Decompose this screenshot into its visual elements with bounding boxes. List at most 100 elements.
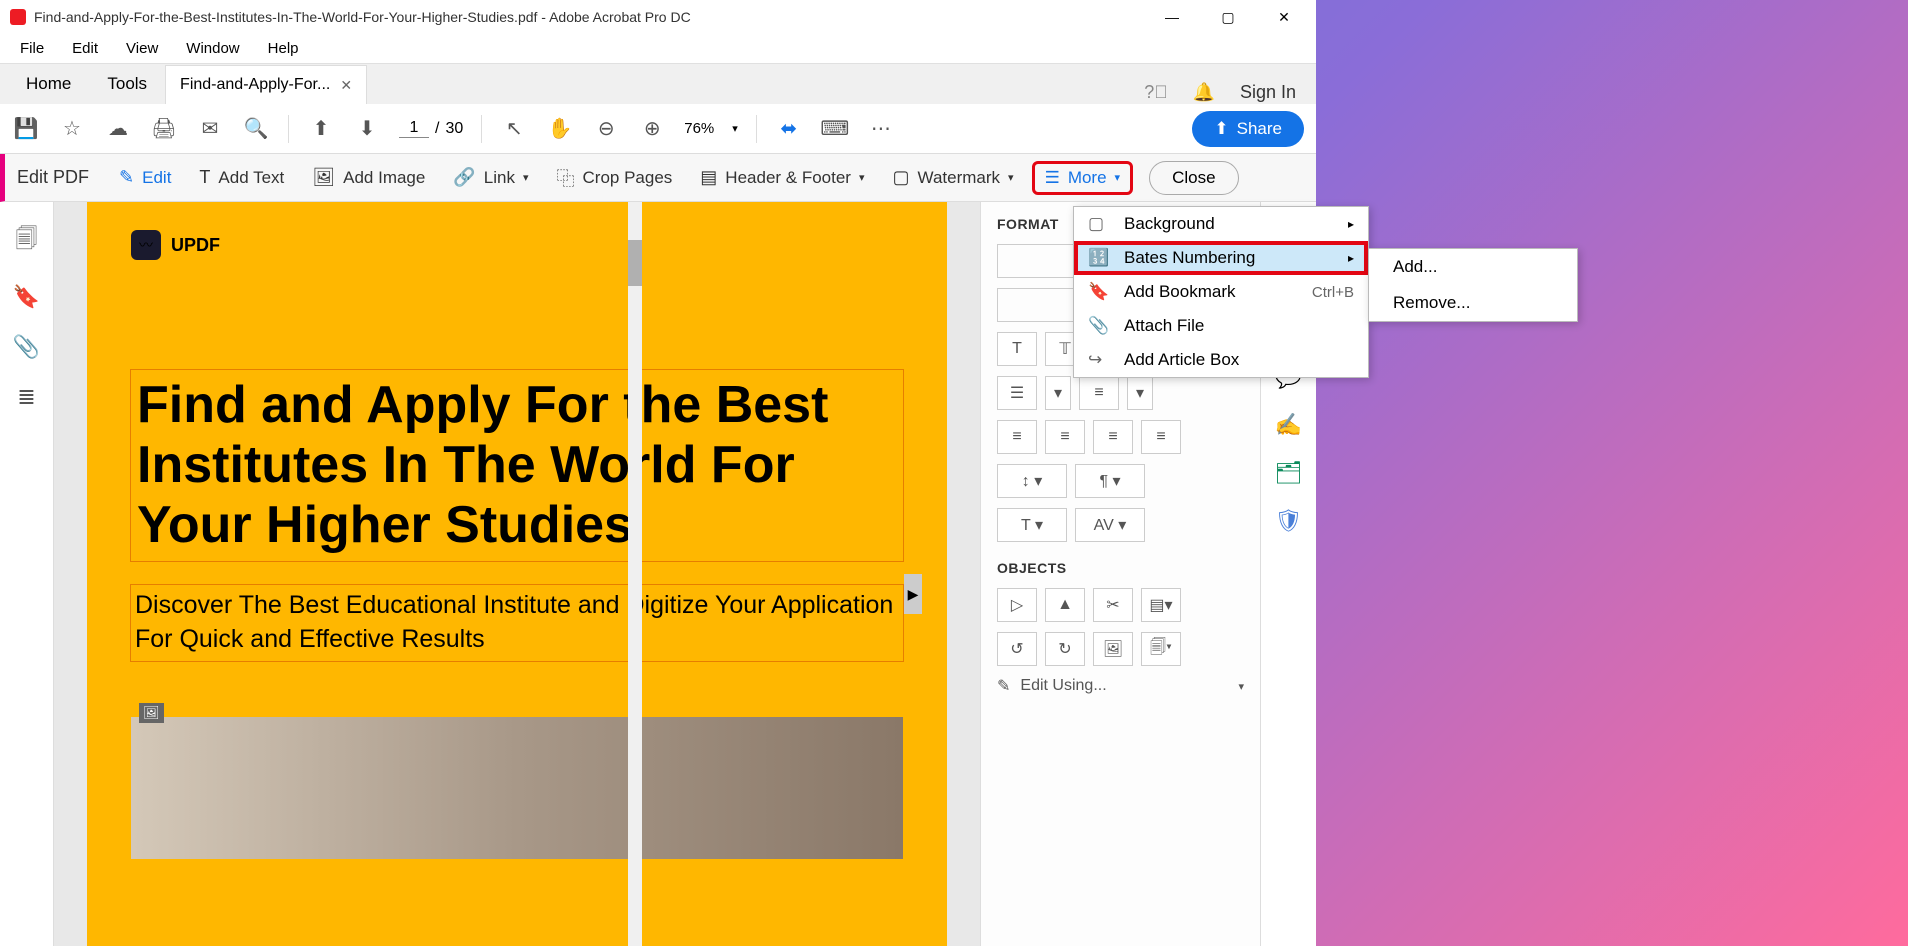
menu-window[interactable]: Window xyxy=(174,36,251,61)
print-icon[interactable]: 🖨 xyxy=(150,115,178,143)
save-icon[interactable]: 💾 xyxy=(12,115,40,143)
more-icon: ☰ xyxy=(1045,168,1060,188)
attachments-icon[interactable]: 📎 xyxy=(13,334,40,360)
edit-using-button[interactable]: ✎ Edit Using... ▾ xyxy=(997,676,1244,696)
menu-help[interactable]: Help xyxy=(256,36,311,61)
add-image-button[interactable]: 🖼 Add Image xyxy=(302,161,435,194)
align-center-button[interactable]: ≡ xyxy=(1045,420,1085,454)
document-subheading[interactable]: Discover The Best Educational Institute … xyxy=(131,585,903,661)
scrollbar-thumb[interactable] xyxy=(628,240,642,286)
document-image[interactable]: 🖼 xyxy=(131,699,903,859)
minimize-button[interactable]: — xyxy=(1160,5,1184,29)
bookmarks-icon[interactable]: 🔖 xyxy=(13,284,40,310)
rotate-ccw-button[interactable]: ↺ xyxy=(997,632,1037,666)
zoom-out-icon[interactable]: ⊖ xyxy=(592,115,620,143)
bookmark-shortcut: Ctrl+B xyxy=(1312,284,1354,301)
search-icon[interactable]: 🔍 xyxy=(242,115,270,143)
protect-icon[interactable]: 🛡 xyxy=(1275,508,1303,534)
replace-image-button[interactable]: 🖼 xyxy=(1093,632,1133,666)
acrobat-icon xyxy=(10,9,26,25)
line-spacing-button[interactable]: ↕ ▾ xyxy=(997,464,1067,498)
sign-icon[interactable]: ✍ xyxy=(1275,412,1302,438)
submenu-item-remove[interactable]: Remove... xyxy=(1369,285,1577,321)
zoom-value[interactable]: 76% xyxy=(684,120,714,137)
submenu-arrow-icon: ▸ xyxy=(1348,251,1354,265)
watermark-icon: ▢ xyxy=(893,167,910,188)
number-list-dropdown[interactable]: ▾ xyxy=(1127,376,1153,410)
menu-item-bates-numbering[interactable]: 🔢 Bates Numbering ▸ xyxy=(1074,241,1368,275)
align-right-button[interactable]: ≡ xyxy=(1093,420,1133,454)
fit-width-icon[interactable]: ⬌ xyxy=(775,115,803,143)
notifications-icon[interactable]: 🔔 xyxy=(1192,80,1216,104)
header-footer-button[interactable]: ▤ Header & Footer ▾ xyxy=(690,161,874,194)
flip-horizontal-button[interactable]: ▷ xyxy=(997,588,1037,622)
help-icon[interactable]: ?⃝ xyxy=(1144,80,1168,104)
document-heading[interactable]: Find and Apply For the Best Institutes I… xyxy=(131,370,903,561)
crop-pages-button[interactable]: ⿻ Crop Pages xyxy=(547,159,683,197)
number-list-button[interactable]: ≡ xyxy=(1079,376,1119,410)
crop-object-button[interactable]: ✂ xyxy=(1093,588,1133,622)
tab-tools[interactable]: Tools xyxy=(89,64,165,104)
menu-item-background[interactable]: ▢ Background ▸ xyxy=(1074,207,1368,241)
align-objects-button[interactable]: ▤▾ xyxy=(1141,588,1181,622)
submenu-item-add[interactable]: Add... xyxy=(1369,249,1577,285)
thumbnails-icon[interactable]: 🗐 xyxy=(16,222,38,260)
close-window-button[interactable]: ✕ xyxy=(1272,5,1296,29)
link-button[interactable]: 🔗 Link ▾ xyxy=(443,161,538,194)
main-toolbar: 💾 ☆ ☁ 🖨 ✉ 🔍 ⬆ ⬇ 1 / 30 ↖ ✋ ⊖ ⊕ 76% ▾ ⬌ ⌨… xyxy=(0,104,1316,154)
menu-item-add-bookmark[interactable]: 🔖 Add Bookmark Ctrl+B xyxy=(1074,275,1368,309)
hand-tool-icon[interactable]: ✋ xyxy=(546,115,574,143)
align-justify-button[interactable]: ≡ xyxy=(1141,420,1181,454)
rotate-cw-button[interactable]: ↻ xyxy=(1045,632,1085,666)
text-fill-button[interactable]: T xyxy=(997,332,1037,366)
menu-item-add-article-box[interactable]: ↪ Add Article Box xyxy=(1074,343,1368,377)
updf-logo: 〰 UPDF xyxy=(131,230,903,260)
arrange-button[interactable]: 🗐▾ xyxy=(1141,632,1181,666)
more-button[interactable]: ☰ More ▾ xyxy=(1032,161,1134,195)
bates-submenu: Add... Remove... xyxy=(1368,248,1578,322)
organize-icon[interactable]: 🗂 xyxy=(1275,460,1303,486)
mail-icon[interactable]: ✉ xyxy=(196,115,224,143)
sign-in-link[interactable]: Sign In xyxy=(1240,82,1296,103)
character-spacing-button[interactable]: AV ▾ xyxy=(1075,508,1145,542)
add-text-button[interactable]: T Add Text xyxy=(189,161,294,194)
tab-bar: Home Tools Find-and-Apply-For... ✕ ?⃝ 🔔 … xyxy=(0,64,1316,104)
close-edit-button[interactable]: Close xyxy=(1149,161,1238,195)
cloud-upload-icon[interactable]: ☁ xyxy=(104,115,132,143)
page-current-input[interactable]: 1 xyxy=(399,119,429,138)
text-icon: T xyxy=(199,167,210,188)
title-bar: Find-and-Apply-For-the-Best-Institutes-I… xyxy=(0,0,1316,34)
tab-home[interactable]: Home xyxy=(8,64,89,104)
more-tools-icon[interactable]: ⋯ xyxy=(867,115,895,143)
menu-edit[interactable]: Edit xyxy=(60,36,110,61)
menu-view[interactable]: View xyxy=(114,36,170,61)
next-page-arrow[interactable]: ▶ xyxy=(904,574,922,614)
zoom-in-icon[interactable]: ⊕ xyxy=(638,115,666,143)
read-mode-icon[interactable]: ⌨ xyxy=(821,115,849,143)
image-icon: 🖼 xyxy=(312,167,335,188)
edit-button[interactable]: ✎ Edit xyxy=(109,161,181,194)
zoom-dropdown-icon[interactable]: ▾ xyxy=(732,122,738,135)
maximize-button[interactable]: ▢ xyxy=(1216,5,1240,29)
star-icon[interactable]: ☆ xyxy=(58,115,86,143)
scrollbar[interactable] xyxy=(628,202,642,946)
bullet-list-dropdown[interactable]: ▾ xyxy=(1045,376,1071,410)
tab-document[interactable]: Find-and-Apply-For... ✕ xyxy=(165,65,367,104)
align-left-button[interactable]: ≡ xyxy=(997,420,1037,454)
flip-vertical-button[interactable]: ▲ xyxy=(1045,588,1085,622)
paragraph-spacing-button[interactable]: ¶ ▾ xyxy=(1075,464,1145,498)
menu-file[interactable]: File xyxy=(8,36,56,61)
crop-icon: ⿻ xyxy=(557,165,575,191)
watermark-button[interactable]: ▢ Watermark ▾ xyxy=(883,161,1024,194)
selection-tool-icon[interactable]: ↖ xyxy=(500,115,528,143)
share-button[interactable]: ⬆ Share xyxy=(1192,111,1304,147)
bullet-list-button[interactable]: ☰ xyxy=(997,376,1037,410)
document-page[interactable]: 〰 UPDF Find and Apply For the Best Insti… xyxy=(87,202,947,946)
page-down-icon[interactable]: ⬇ xyxy=(353,115,381,143)
horizontal-scale-button[interactable]: T ▾ xyxy=(997,508,1067,542)
menu-item-attach-file[interactable]: 📎 Attach File xyxy=(1074,309,1368,343)
tab-close-icon[interactable]: ✕ xyxy=(340,77,352,94)
page-up-icon[interactable]: ⬆ xyxy=(307,115,335,143)
layers-icon[interactable]: ≣ xyxy=(17,384,35,410)
share-icon: ⬆ xyxy=(1214,119,1228,139)
